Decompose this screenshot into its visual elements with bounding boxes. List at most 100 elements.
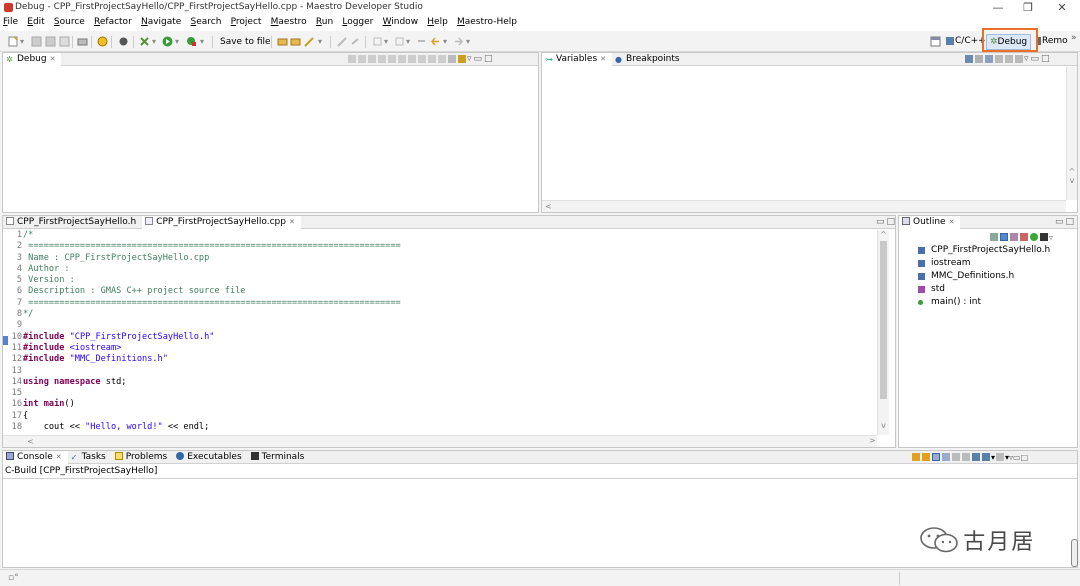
minimize-button[interactable]: — <box>988 1 1008 15</box>
more-perspectives-button[interactable]: » <box>1071 33 1077 43</box>
step-over-icon[interactable] <box>418 54 426 63</box>
save-all-icon[interactable] <box>45 36 56 47</box>
menu-window[interactable]: Window <box>380 16 422 27</box>
group-includes-icon[interactable] <box>1040 233 1048 241</box>
collapse-all-icon[interactable] <box>985 54 993 63</box>
code-line[interactable]: 8*/ <box>3 309 875 320</box>
outline-item-include[interactable]: iostream <box>899 257 1077 270</box>
maximize-view-icon[interactable]: □ <box>887 217 898 227</box>
open-folder-icon[interactable] <box>277 36 288 47</box>
external-tools-icon[interactable] <box>186 36 197 47</box>
help-icon[interactable] <box>97 36 108 47</box>
debug-dropdown-icon[interactable]: ▾ <box>152 37 156 46</box>
code-line[interactable]: 2 ======================================… <box>3 241 875 252</box>
close-icon[interactable]: ✕ <box>50 55 56 63</box>
scroll-lock-icon[interactable] <box>912 453 920 461</box>
code-line[interactable]: 13 <box>3 366 875 377</box>
print-icon[interactable] <box>77 36 88 47</box>
close-icon[interactable]: ✕ <box>600 55 606 63</box>
scroll-left-icon[interactable]: < <box>27 437 34 446</box>
code-line[interactable]: 5 Version : <box>3 275 875 286</box>
scroll-thumb[interactable] <box>880 241 887 399</box>
code-line[interactable]: 3 Name : CPP_FirstProjectSayHello.cpp <box>3 253 875 264</box>
outline-item-function[interactable]: main() : int <box>899 296 1077 309</box>
variables-hscrollbar[interactable]: < <box>542 200 1066 212</box>
next-annotation-icon[interactable] <box>350 36 361 47</box>
scroll-down-icon[interactable]: v <box>878 421 889 430</box>
menu-source[interactable]: Source <box>51 16 88 27</box>
code-line[interactable]: 7 ======================================… <box>3 298 875 309</box>
code-line[interactable]: 14using namespace std; <box>3 377 875 388</box>
close-button[interactable]: ✕ <box>1052 1 1072 15</box>
outline-item-include[interactable]: CPP_FirstProjectSayHello.h <box>899 244 1077 257</box>
tab-executables[interactable]: Executables <box>173 451 247 464</box>
tab-outline[interactable]: Outline ✕ <box>899 216 961 229</box>
maximize-view-icon[interactable]: □ <box>1066 217 1077 227</box>
menu-refactor[interactable]: Refactor <box>91 16 135 27</box>
minimize-view-icon[interactable]: ▭ <box>1013 453 1021 462</box>
tab-variables[interactable]: ⊶ Variables ✕ <box>542 53 613 66</box>
add-expression-icon[interactable] <box>995 54 1003 63</box>
forward-dropdown-icon[interactable]: ▾ <box>466 37 470 46</box>
code-line[interactable]: 18 cout << "Hello, world!" << endl; <box>3 422 875 433</box>
view-menu-icon[interactable]: ▿ <box>1049 233 1053 242</box>
prev-edit-dropdown-icon[interactable]: ▾ <box>406 37 410 46</box>
show-logical-structure-icon[interactable] <box>975 54 983 63</box>
connect-icon[interactable] <box>118 36 129 47</box>
open-type-icon[interactable] <box>290 36 301 47</box>
back-dropdown-icon[interactable]: ▾ <box>443 37 447 46</box>
code-line[interactable]: 10#include "CPP_FirstProjectSayHello.h" <box>3 332 875 343</box>
tab-breakpoints[interactable]: ● Breakpoints <box>612 53 686 66</box>
forward-icon[interactable] <box>453 36 464 47</box>
code-line[interactable]: 4 Author : <box>3 264 875 275</box>
remove-icon[interactable] <box>1005 54 1013 63</box>
scroll-up-icon[interactable]: ^ <box>878 230 889 239</box>
annotation-icon[interactable] <box>337 36 348 47</box>
perspective-remote[interactable]: Remo <box>1034 34 1071 50</box>
tab-problems[interactable]: Problems <box>112 451 173 464</box>
new-icon[interactable] <box>8 36 19 47</box>
remove-terminated-icon[interactable] <box>348 54 356 63</box>
code-area[interactable]: 1/* 2 ===================================… <box>3 230 875 435</box>
menu-run[interactable]: Run <box>313 16 336 27</box>
debug-settings-icon[interactable] <box>458 54 466 63</box>
menu-navigate[interactable]: Navigate <box>138 16 184 27</box>
outline-item-include[interactable]: MMC_Definitions.h <box>899 270 1077 283</box>
step-return-icon[interactable] <box>428 54 436 63</box>
copy-build-log-icon[interactable] <box>962 453 970 461</box>
menu-help[interactable]: Help <box>424 16 451 27</box>
tab-header-file[interactable]: CPP_FirstProjectSayHello.h <box>3 216 142 229</box>
pen-dropdown-icon[interactable]: ▾ <box>318 37 322 46</box>
show-type-names-icon[interactable] <box>965 54 973 63</box>
run-icon[interactable] <box>162 36 173 47</box>
hide-non-public-icon[interactable] <box>1020 233 1028 241</box>
code-line[interactable]: 11#include <iostream> <box>3 343 875 354</box>
save-to-file-button[interactable]: Save to file <box>220 37 271 47</box>
sort-icon[interactable] <box>990 233 998 241</box>
back-icon[interactable] <box>430 36 441 47</box>
clear-console-icon[interactable] <box>942 453 950 461</box>
tab-tasks[interactable]: ✓ Tasks <box>68 451 112 464</box>
minimize-view-icon[interactable]: ▭ <box>1031 54 1042 64</box>
menu-edit[interactable]: Edit <box>24 16 47 27</box>
minimize-view-icon[interactable]: ▭ <box>474 54 485 64</box>
scroll-down-icon[interactable]: v <box>1067 176 1077 185</box>
maximize-view-icon[interactable]: □ <box>1041 54 1052 64</box>
drop-to-frame-icon[interactable] <box>438 54 446 63</box>
code-line[interactable]: 1/* <box>3 230 875 241</box>
console-dropdown-icon[interactable]: ▾ <box>991 453 995 462</box>
menu-project[interactable]: Project <box>228 16 265 27</box>
maximize-view-icon[interactable]: □ <box>1021 453 1029 462</box>
save-icon[interactable] <box>31 36 42 47</box>
editor-vscrollbar[interactable]: ^ v <box>877 230 889 435</box>
menu-search[interactable]: Search <box>188 16 225 27</box>
code-line[interactable]: 12#include "MMC_Definitions.h" <box>3 354 875 365</box>
tab-debug[interactable]: ✲ Debug ✕ <box>3 53 62 66</box>
fast-view-icon[interactable]: ▫° <box>8 573 19 583</box>
connect-debug-icon[interactable] <box>358 54 366 63</box>
pen-icon[interactable] <box>304 36 315 47</box>
minimize-view-icon[interactable]: ▭ <box>876 217 887 227</box>
word-wrap-icon[interactable] <box>932 453 940 461</box>
step-into-icon[interactable] <box>408 54 416 63</box>
external-tools-dropdown-icon[interactable]: ▾ <box>200 37 204 46</box>
